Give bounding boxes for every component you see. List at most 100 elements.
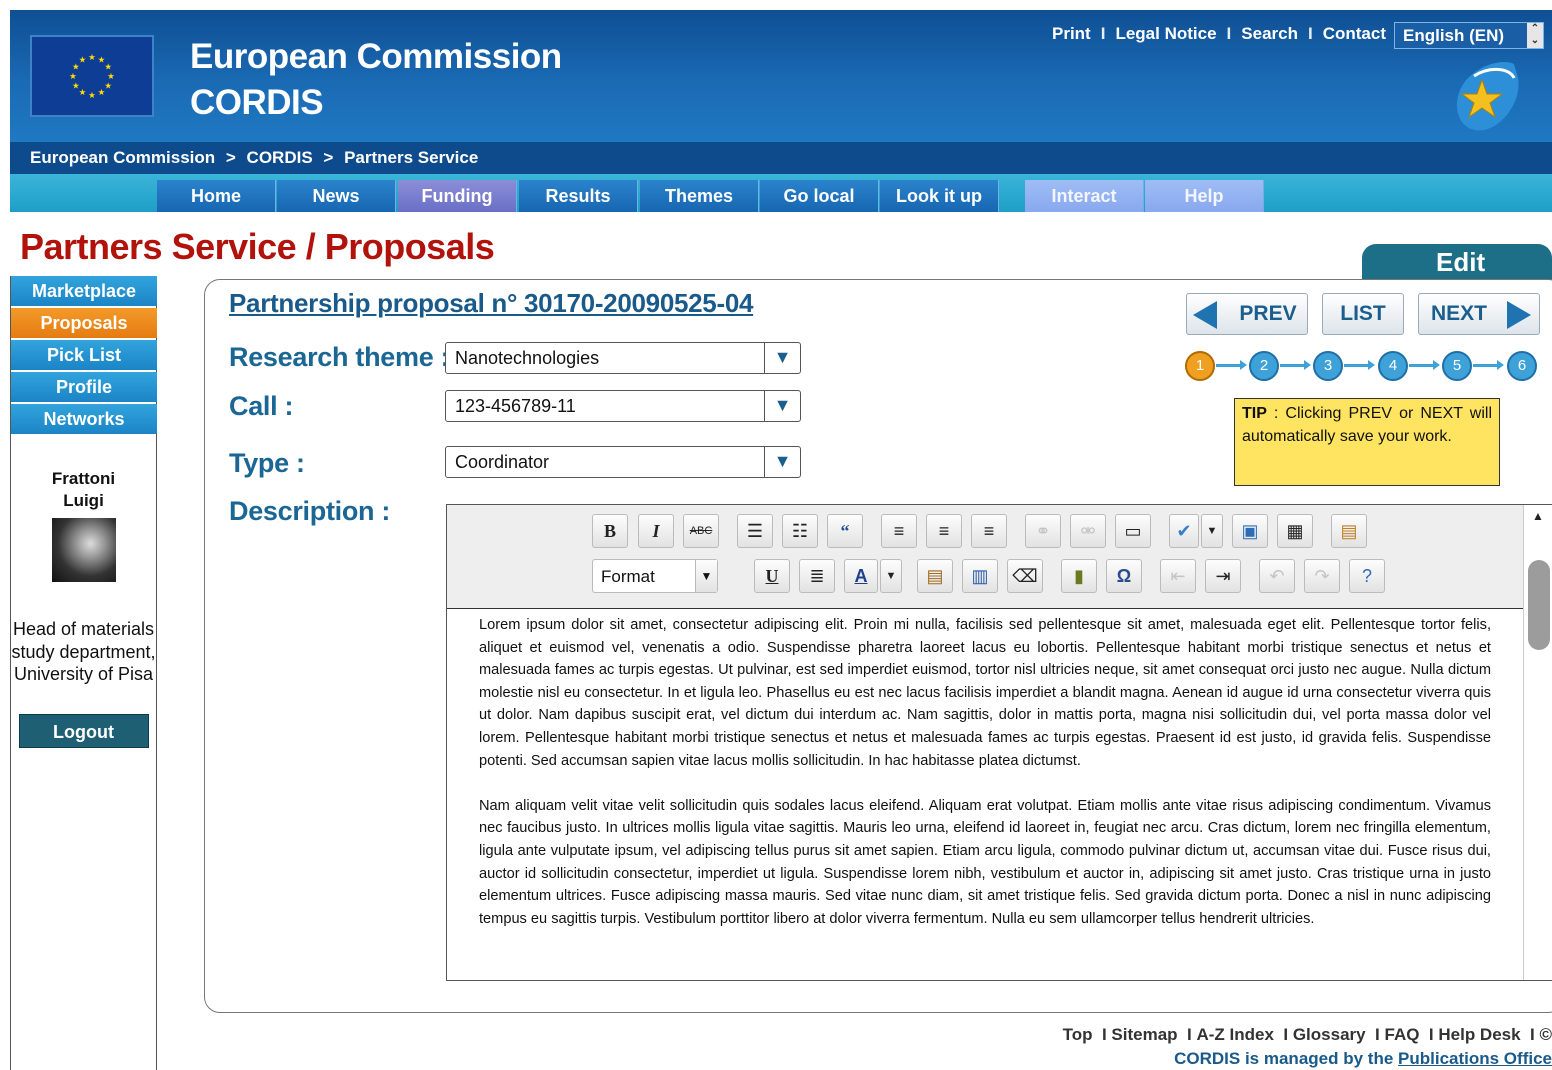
eu-flag-logo[interactable]: ★ ★ ★ ★ ★ ★ ★ ★ ★ ★ ★ ★	[30, 35, 154, 117]
site-brand: European Commission CORDIS	[190, 34, 562, 126]
footer-top-link[interactable]: Top	[1063, 1025, 1093, 1044]
align-center-icon[interactable]: ≡	[926, 514, 962, 548]
separator: I	[1278, 1025, 1293, 1044]
breadcrumb-european-commission[interactable]: European Commission	[30, 148, 215, 167]
search-link[interactable]: Search	[1241, 24, 1298, 44]
format-select[interactable]: Format ▼	[592, 559, 718, 593]
link-icon[interactable]: ⚭	[1025, 514, 1061, 548]
nav-news[interactable]: News	[277, 180, 396, 212]
footer-copyright-link[interactable]: ©	[1539, 1025, 1552, 1044]
nav-themes[interactable]: Themes	[640, 180, 759, 212]
align-right-icon[interactable]: ≡	[971, 514, 1007, 548]
page-break-icon[interactable]: ▭	[1115, 514, 1151, 548]
description-label: Description :	[229, 496, 391, 526]
sidebar-item-pick-list[interactable]: Pick List	[11, 340, 157, 370]
editor-content[interactable]: Lorem ipsum dolor sit amet, consectetur …	[447, 609, 1523, 980]
step-2[interactable]: 2	[1249, 351, 1279, 381]
media-icon[interactable]: ▮	[1061, 559, 1097, 593]
scroll-up-icon[interactable]: ▲	[1532, 509, 1544, 523]
justify-icon[interactable]: ≣	[799, 559, 835, 593]
step-5[interactable]: 5	[1442, 351, 1472, 381]
language-select[interactable]: English (EN) ⌃ ⌄	[1394, 22, 1544, 49]
next-button[interactable]: NEXT	[1418, 293, 1540, 335]
nav-funding[interactable]: Funding	[398, 180, 517, 212]
spellcheck-icon[interactable]: ✔	[1169, 514, 1199, 548]
contact-link[interactable]: Contact	[1323, 24, 1386, 44]
nav-look-it-up[interactable]: Look it up	[880, 180, 999, 212]
nav-results[interactable]: Results	[519, 180, 638, 212]
breadcrumb-separator: >	[323, 148, 334, 167]
brand-line-2: CORDIS	[190, 83, 324, 122]
bold-icon[interactable]: B	[592, 514, 628, 548]
research-theme-label: Research theme :	[229, 342, 450, 372]
cordis-star-logo[interactable]	[1444, 56, 1526, 136]
step-6[interactable]: 6	[1507, 351, 1537, 381]
type-value: Coordinator	[455, 452, 550, 472]
research-theme-select[interactable]: Nanotechnologies ▼	[445, 342, 801, 374]
step-3[interactable]: 3	[1313, 351, 1343, 381]
call-select[interactable]: 123-456789-11 ▼	[445, 390, 801, 422]
strikethrough-icon[interactable]: ABC	[683, 514, 719, 548]
italic-icon[interactable]: I	[638, 514, 674, 548]
numbered-list-icon[interactable]: ☷	[782, 514, 818, 548]
paste-text-icon[interactable]: ▤	[917, 559, 953, 593]
paste-word-icon[interactable]: ▥	[962, 559, 998, 593]
list-button[interactable]: LIST	[1322, 293, 1404, 335]
footer-glossary-link[interactable]: Glossary	[1293, 1025, 1366, 1044]
footer-sitemap-link[interactable]: Sitemap	[1111, 1025, 1177, 1044]
legal-notice-link[interactable]: Legal Notice	[1115, 24, 1216, 44]
proposal-panel: Partnership proposal n° 30170-20090525-0…	[204, 279, 1552, 1013]
breadcrumb-cordis[interactable]: CORDIS	[247, 148, 313, 167]
prev-button[interactable]: PREV	[1186, 293, 1308, 335]
edit-tab[interactable]: Edit	[1362, 244, 1552, 282]
editor-scrollbar[interactable]: ▲	[1523, 505, 1552, 980]
footer-az-index-link[interactable]: A-Z Index	[1196, 1025, 1273, 1044]
scroll-thumb[interactable]	[1528, 560, 1550, 650]
maximize-icon[interactable]: ▣	[1232, 514, 1268, 548]
step-4[interactable]: 4	[1378, 351, 1408, 381]
step-1[interactable]: 1	[1185, 351, 1215, 381]
research-theme-value: Nanotechnologies	[455, 348, 600, 368]
sidebar: Marketplace Proposals Pick List Profile …	[10, 276, 157, 1070]
underline-icon[interactable]: U	[754, 559, 790, 593]
footer-faq-link[interactable]: FAQ	[1385, 1025, 1420, 1044]
special-char-icon[interactable]: Ω	[1106, 559, 1142, 593]
bullet-list-icon[interactable]: ☰	[737, 514, 773, 548]
help-icon[interactable]: ?	[1349, 559, 1385, 593]
dropdown-arrow-icon: ▼	[695, 560, 717, 592]
text-color-icon[interactable]: A	[844, 559, 878, 593]
text-color-dropdown-icon[interactable]: ▼	[880, 559, 902, 593]
spellcheck-dropdown-icon[interactable]: ▼	[1201, 514, 1223, 548]
proposal-title[interactable]: Partnership proposal n° 30170-20090525-0…	[229, 288, 753, 319]
nav-help[interactable]: Help	[1145, 180, 1264, 212]
sidebar-item-marketplace[interactable]: Marketplace	[11, 276, 157, 306]
brand-line-1: European Commission	[190, 37, 562, 76]
remove-format-icon[interactable]: ⌫	[1007, 559, 1043, 593]
logout-button[interactable]: Logout	[18, 713, 149, 748]
publications-office-link[interactable]: Publications Office	[1398, 1049, 1552, 1068]
show-blocks-icon[interactable]: ▦	[1277, 514, 1313, 548]
svg-text:★: ★	[69, 72, 77, 82]
undo-icon[interactable]: ↶	[1259, 559, 1295, 593]
top-links: Print I Legal Notice I Search I Contact	[1052, 24, 1386, 44]
separator: I	[1525, 1025, 1540, 1044]
footer-help-desk-link[interactable]: Help Desk	[1438, 1025, 1520, 1044]
indent-icon[interactable]: ⇥	[1205, 559, 1241, 593]
nav-home[interactable]: Home	[157, 180, 276, 212]
redo-icon[interactable]: ↷	[1304, 559, 1340, 593]
blockquote-icon[interactable]: “	[827, 514, 863, 548]
page-title: Partners Service / Proposals	[20, 226, 495, 267]
breadcrumb-partners-service[interactable]: Partners Service	[344, 148, 478, 167]
print-link[interactable]: Print	[1052, 24, 1091, 44]
outdent-icon[interactable]: ⇤	[1160, 559, 1196, 593]
sidebar-item-profile[interactable]: Profile	[11, 372, 157, 402]
sidebar-item-proposals[interactable]: Proposals	[11, 308, 157, 338]
source-icon[interactable]: ▤	[1331, 514, 1367, 548]
nav-go-local[interactable]: Go local	[760, 180, 879, 212]
separator: I	[1100, 24, 1106, 43]
unlink-icon[interactable]: ⚮	[1070, 514, 1106, 548]
align-left-icon[interactable]: ≡	[881, 514, 917, 548]
type-select[interactable]: Coordinator ▼	[445, 446, 801, 478]
nav-interact[interactable]: Interact	[1025, 180, 1144, 212]
sidebar-item-networks[interactable]: Networks	[11, 404, 157, 434]
